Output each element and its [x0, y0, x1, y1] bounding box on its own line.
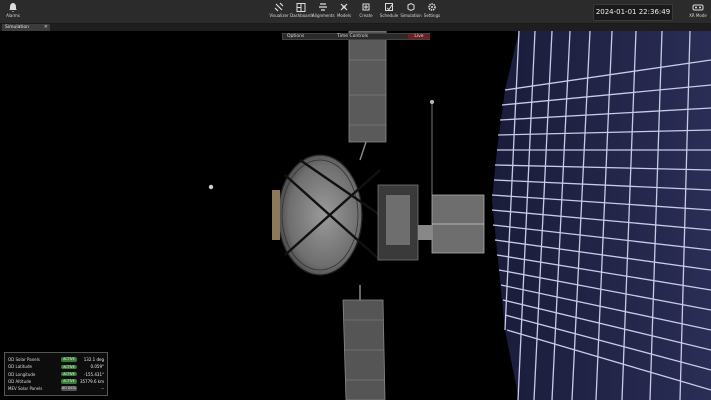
status-badge: ACTIVE: [61, 364, 77, 369]
models-icon: [340, 3, 348, 11]
telemetry-row: OD Altitude ACTIVE 35779.6 km: [8, 378, 104, 384]
satellite-icon: [274, 2, 284, 12]
telemetry-row: OD Solar Panels ACTIVE 132.1 deg: [8, 357, 104, 362]
status-badge: ACTIVE: [61, 357, 77, 362]
models-button[interactable]: Models: [335, 2, 353, 21]
simulation-button[interactable]: Simulation: [400, 2, 422, 21]
align-icon: [319, 3, 327, 11]
upper-solar-wing: [348, 31, 387, 161]
visualizer-button[interactable]: Visualizer: [269, 2, 289, 21]
tab-bar: Simulation ✕: [0, 24, 711, 31]
telemetry-row: MEV Solar Panels NO DATA --: [8, 386, 104, 392]
options-button[interactable]: Options: [287, 34, 304, 39]
telemetry-row: OD Longitude ACTIVE -155.431°: [8, 371, 104, 377]
utc-clock: 2024-01-01 22:36:49 UTC: [593, 4, 673, 31]
settings-button[interactable]: Settings: [423, 2, 441, 21]
dashboards-button[interactable]: Dashboards: [290, 2, 314, 21]
vr-headset-icon: [692, 4, 704, 11]
telemetry-row: OD Latitude ACTIVE 0.059°: [8, 364, 104, 370]
create-button[interactable]: Create: [357, 2, 375, 21]
alarms-button[interactable]: Alarms: [4, 2, 22, 21]
tab-simulation[interactable]: Simulation ✕: [2, 24, 50, 31]
simulation-viewport[interactable]: [0, 31, 711, 400]
schedule-button[interactable]: Schedule: [379, 2, 399, 21]
simulation-control-bar: Options Time Controls Live: [282, 33, 430, 40]
xr-mode-button[interactable]: XR Mode: [688, 2, 708, 21]
create-icon: [362, 3, 370, 11]
simulation-icon: [407, 2, 415, 12]
dashboard-icon: [296, 3, 306, 12]
time-controls-button[interactable]: Time Controls: [337, 34, 368, 39]
status-badge: NO DATA: [61, 386, 77, 391]
alignments-button[interactable]: Alignments: [312, 2, 335, 21]
lower-solar-wing: [342, 285, 386, 400]
gear-icon: [428, 3, 436, 11]
status-badge: ACTIVE: [61, 371, 77, 377]
close-icon[interactable]: ✕: [44, 24, 48, 31]
solar-panel-array: [491, 31, 711, 400]
telemetry-panel: OD Solar Panels ACTIVE 132.1 deg OD Lati…: [4, 352, 108, 396]
bell-icon: [9, 3, 17, 12]
live-button[interactable]: Live: [408, 34, 430, 39]
moon-dot: [208, 184, 214, 190]
status-badge: ACTIVE: [61, 379, 77, 384]
schedule-icon: [385, 3, 393, 11]
top-toolbar: Alarms Visualizer Dashboards Alignments …: [0, 0, 711, 31]
